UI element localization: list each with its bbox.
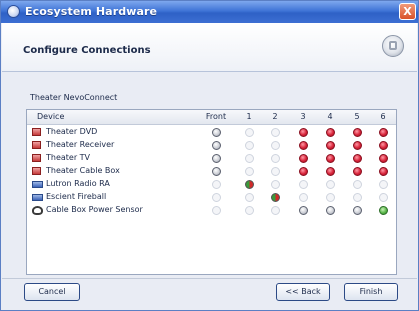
- av-device-icon: [32, 167, 41, 175]
- port-radio-1: [244, 154, 254, 163]
- port-radio-6: [378, 180, 388, 189]
- port-radio-4[interactable]: [325, 206, 335, 215]
- device-name: Theater DVD: [46, 127, 98, 136]
- port-radio-3[interactable]: [298, 128, 308, 137]
- port-radio-1: [244, 193, 254, 202]
- close-button[interactable]: X: [399, 3, 416, 20]
- av-device-icon: [32, 128, 41, 136]
- section-label: Theater NevoConnect: [30, 93, 118, 102]
- home-logo-icon: [382, 35, 404, 57]
- port-radio-1[interactable]: [244, 180, 254, 189]
- port-radio-front[interactable]: [211, 141, 221, 150]
- column-header-2: 2: [272, 112, 278, 121]
- port-radio-4[interactable]: [325, 128, 335, 137]
- column-header-device: Device: [37, 112, 65, 121]
- column-header-6: 6: [380, 112, 386, 121]
- port-radio-2: [270, 154, 280, 163]
- column-header-1: 1: [246, 112, 252, 121]
- device-name: Theater Receiver: [46, 140, 115, 149]
- device-name: Lutron Radio RA: [46, 179, 110, 188]
- port-radio-4[interactable]: [325, 154, 335, 163]
- port-radio-5[interactable]: [352, 206, 362, 215]
- cancel-button[interactable]: Cancel: [24, 283, 80, 301]
- port-radio-5: [352, 180, 362, 189]
- port-radio-2[interactable]: [270, 193, 280, 202]
- port-radio-5[interactable]: [352, 141, 362, 150]
- port-radio-4: [325, 193, 335, 202]
- back-button[interactable]: << Back: [276, 283, 330, 301]
- port-radio-3[interactable]: [298, 154, 308, 163]
- port-radio-front: [211, 193, 221, 202]
- port-radio-5[interactable]: [352, 154, 362, 163]
- port-radio-4[interactable]: [325, 141, 335, 150]
- lutron-device-icon: [32, 181, 43, 188]
- port-radio-3: [298, 193, 308, 202]
- port-radio-1: [244, 141, 254, 150]
- port-radio-front[interactable]: [211, 167, 221, 176]
- port-radio-3[interactable]: [298, 206, 308, 215]
- column-header-3: 3: [300, 112, 306, 121]
- port-radio-1: [244, 128, 254, 137]
- header-panel: Configure Connections: [2, 23, 417, 72]
- finish-button[interactable]: Finish: [344, 283, 398, 301]
- grid-header: Device Front 1 2 3 4 5 6: [27, 110, 396, 125]
- lutron-device-icon: [32, 194, 43, 201]
- table-row[interactable]: Lutron Radio RA: [27, 178, 396, 191]
- port-radio-1: [244, 206, 254, 215]
- port-radio-2: [270, 128, 280, 137]
- av-device-icon: [32, 154, 41, 162]
- port-radio-6[interactable]: [378, 128, 388, 137]
- port-radio-3[interactable]: [298, 167, 308, 176]
- port-radio-5[interactable]: [352, 128, 362, 137]
- port-radio-5: [352, 193, 362, 202]
- device-name: Theater Cable Box: [46, 166, 120, 175]
- sensor-icon: [32, 206, 43, 215]
- device-name: Cable Box Power Sensor: [46, 205, 143, 214]
- page-title: Configure Connections: [23, 45, 151, 56]
- port-radio-3: [298, 180, 308, 189]
- table-row[interactable]: Cable Box Power Sensor: [27, 204, 396, 217]
- column-header-front: Front: [205, 112, 227, 121]
- footer-divider: [2, 278, 417, 279]
- port-radio-6[interactable]: [378, 154, 388, 163]
- port-radio-2: [270, 141, 280, 150]
- port-radio-front[interactable]: [211, 128, 221, 137]
- table-row[interactable]: Theater TV: [27, 152, 396, 165]
- port-radio-6[interactable]: [378, 206, 388, 215]
- port-radio-front[interactable]: [211, 154, 221, 163]
- column-header-4: 4: [327, 112, 333, 121]
- device-name: Escient Fireball: [46, 192, 107, 201]
- table-row[interactable]: Escient Fireball: [27, 191, 396, 204]
- table-row[interactable]: Theater Receiver: [27, 139, 396, 152]
- dialog-window: Ecosystem Hardware X Configure Connectio…: [0, 0, 419, 311]
- port-radio-5[interactable]: [352, 167, 362, 176]
- port-radio-1: [244, 167, 254, 176]
- port-radio-2: [270, 180, 280, 189]
- av-device-icon: [32, 141, 41, 149]
- port-radio-2: [270, 206, 280, 215]
- window-title: Ecosystem Hardware: [25, 5, 158, 18]
- table-row[interactable]: Theater DVD: [27, 126, 396, 139]
- app-icon: [7, 5, 20, 18]
- table-row[interactable]: Theater Cable Box: [27, 165, 396, 178]
- port-radio-4: [325, 180, 335, 189]
- port-radio-6[interactable]: [378, 167, 388, 176]
- column-header-5: 5: [354, 112, 360, 121]
- port-radio-front: [211, 180, 221, 189]
- title-bar[interactable]: Ecosystem Hardware X: [1, 1, 418, 23]
- device-name: Theater TV: [46, 153, 91, 162]
- port-radio-front: [211, 206, 221, 215]
- port-radio-4[interactable]: [325, 167, 335, 176]
- port-radio-3[interactable]: [298, 141, 308, 150]
- connections-grid: Device Front 1 2 3 4 5 6 Theater DVD Thea…: [26, 109, 397, 275]
- port-radio-6[interactable]: [378, 141, 388, 150]
- port-radio-2: [270, 167, 280, 176]
- port-radio-6: [378, 193, 388, 202]
